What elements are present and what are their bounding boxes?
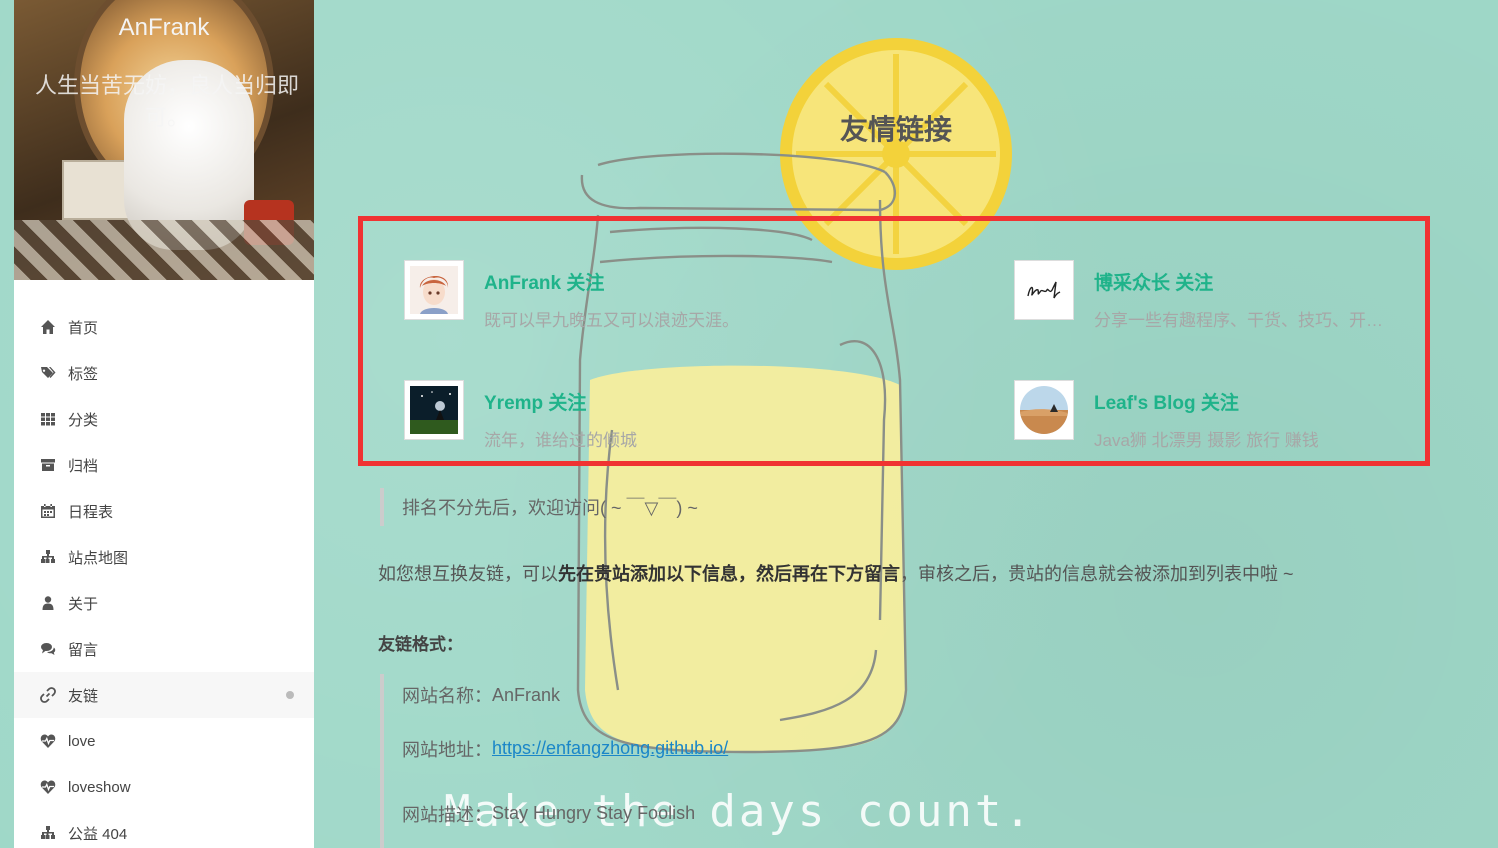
calendar-icon	[40, 503, 56, 519]
sidebar-item-friend-links[interactable]: 友链	[14, 672, 314, 718]
sidebar-item-label: 归档	[68, 457, 99, 475]
signature-avatar-icon	[1020, 266, 1068, 314]
ranking-note: 排名不分先后，欢迎访问( ~ ￣▽￣) ~	[380, 488, 698, 526]
sidebar-item-guestbook[interactable]: 留言	[14, 626, 314, 672]
sitemap-icon	[40, 549, 56, 565]
link-format-heading: 友链格式：	[378, 635, 463, 654]
grid-icon	[40, 411, 56, 427]
site-title[interactable]: AnFrank	[14, 14, 314, 42]
friend-link-card[interactable]: 博采众长 关注 分享一些有趣程序、干货、技巧、开发工具	[1014, 260, 1394, 330]
friend-link-description: 分享一些有趣程序、干货、技巧、开发工具	[1094, 311, 1390, 330]
sidebar-item-about[interactable]: 关于	[14, 580, 314, 626]
avatar[interactable]	[1014, 380, 1074, 440]
sidebar-menu: 首页 标签 分类 归档 日程表 站点地图 关于 留言 友链 love loves…	[14, 280, 314, 848]
friend-link-name[interactable]: 博采众长 关注	[1094, 268, 1213, 295]
friend-link-name[interactable]: Leaf's Blog 关注	[1094, 388, 1239, 415]
friend-link-description: Java狮 北漂男 摄影 旅行 赚钱	[1094, 431, 1319, 450]
format-row-description: 网站描述： Stay Hungry Stay Foolish	[402, 781, 820, 846]
sitemap-icon	[40, 825, 56, 841]
sidebar-item-label: 日程表	[68, 503, 114, 521]
exchange-text-bold: 先在贵站添加以下信息，然后再在下方留言	[558, 564, 900, 584]
friend-link-description: 流年，谁给过的倾城	[484, 431, 637, 450]
ranking-note-text: 排名不分先后，欢迎访问( ~ ￣▽￣) ~	[402, 498, 698, 518]
sidebar-item-label: 关于	[68, 595, 99, 613]
home-icon	[40, 319, 56, 335]
sidebar-item-love[interactable]: love	[14, 718, 314, 764]
sidebar-item-sitemap[interactable]: 站点地图	[14, 534, 314, 580]
banner-shelf	[62, 160, 132, 220]
format-url-label: 网站地址：	[402, 739, 492, 760]
heartbeat-icon	[40, 733, 56, 749]
format-name-label: 网站名称：	[402, 686, 492, 706]
avatar[interactable]	[1014, 260, 1074, 320]
anime-boy-avatar-icon	[410, 266, 458, 314]
heartbeat-icon	[40, 779, 56, 795]
sidebar-item-schedule[interactable]: 日程表	[14, 488, 314, 534]
user-icon	[40, 595, 56, 611]
exchange-text-after: ，审核之后，贵站的信息就会被添加到列表中啦 ~	[900, 564, 1294, 584]
avatar[interactable]	[404, 380, 464, 440]
sidebar-item-categories[interactable]: 分类	[14, 396, 314, 442]
sidebar-item-label: 标签	[68, 365, 99, 383]
link-icon	[40, 687, 56, 703]
banner-checkered-floor	[14, 220, 314, 280]
format-row-name: 网站名称： AnFrank	[402, 674, 820, 716]
friend-link-card[interactable]: AnFrank 关注 既可以早九晚五又可以浪迹天涯。	[404, 260, 924, 330]
exchange-text-before: 如您想互换友链，可以	[378, 564, 558, 584]
friend-link-card[interactable]: Yremp 关注 流年，谁给过的倾城	[404, 380, 924, 450]
archive-icon	[40, 457, 56, 473]
sidebar-item-label: 站点地图	[68, 549, 129, 567]
sidebar-item-label: 首页	[68, 319, 99, 337]
sidebar-item-label: 留言	[68, 641, 99, 659]
sidebar-item-archives[interactable]: 归档	[14, 442, 314, 488]
format-row-url: 网站地址： https://enfangzhong.github.io/	[402, 716, 820, 781]
tags-icon	[40, 365, 56, 381]
sidebar-item-label: 分类	[68, 411, 99, 429]
page-title: 友情链接	[839, 114, 952, 145]
exchange-instructions: 如您想互换友链，可以先在贵站添加以下信息，然后再在下方留言，审核之后，贵站的信息…	[378, 560, 1294, 586]
format-desc-value: Stay Hungry Stay Foolish	[492, 803, 696, 823]
comments-icon	[40, 641, 56, 657]
active-indicator-dot	[286, 691, 294, 699]
friend-link-name[interactable]: AnFrank 关注	[484, 268, 604, 295]
friend-link-card[interactable]: Leaf's Blog 关注 Java狮 北漂男 摄影 旅行 赚钱	[1014, 380, 1394, 450]
night-scene-avatar-icon	[410, 386, 458, 434]
site-brand-banner: AnFrank 人生当苦无妨，良人当归即可。	[14, 0, 314, 280]
sidebar: AnFrank 人生当苦无妨，良人当归即可。 首页 标签 分类 归档 日程表 站…	[14, 0, 314, 848]
link-format-block: 网站名称： AnFrank 网站地址： https://enfangzhong.gi…	[380, 674, 820, 848]
sidebar-item-label: 公益 404	[68, 825, 128, 843]
sidebar-item-tags[interactable]: 标签	[14, 350, 314, 396]
avatar[interactable]	[404, 260, 464, 320]
format-url-link[interactable]: https://enfangzhong.github.io/	[492, 738, 728, 759]
sidebar-item-label: love	[68, 732, 96, 750]
sidebar-item-label: loveshow	[68, 778, 131, 796]
desert-avatar-icon	[1020, 386, 1068, 434]
friend-link-name[interactable]: Yremp 关注	[484, 388, 586, 415]
sidebar-item-charity-404[interactable]: 公益 404	[14, 810, 314, 848]
friend-link-description: 既可以早九晚五又可以浪迹天涯。	[484, 311, 739, 330]
sidebar-item-label: 友链	[68, 687, 99, 705]
sidebar-item-loveshow[interactable]: loveshow	[14, 764, 314, 810]
sidebar-item-home[interactable]: 首页	[14, 304, 314, 350]
format-desc-label: 网站描述：	[402, 804, 492, 825]
site-subtitle: 人生当苦无妨，良人当归即可。	[34, 73, 299, 130]
format-name-value: AnFrank	[492, 684, 561, 705]
